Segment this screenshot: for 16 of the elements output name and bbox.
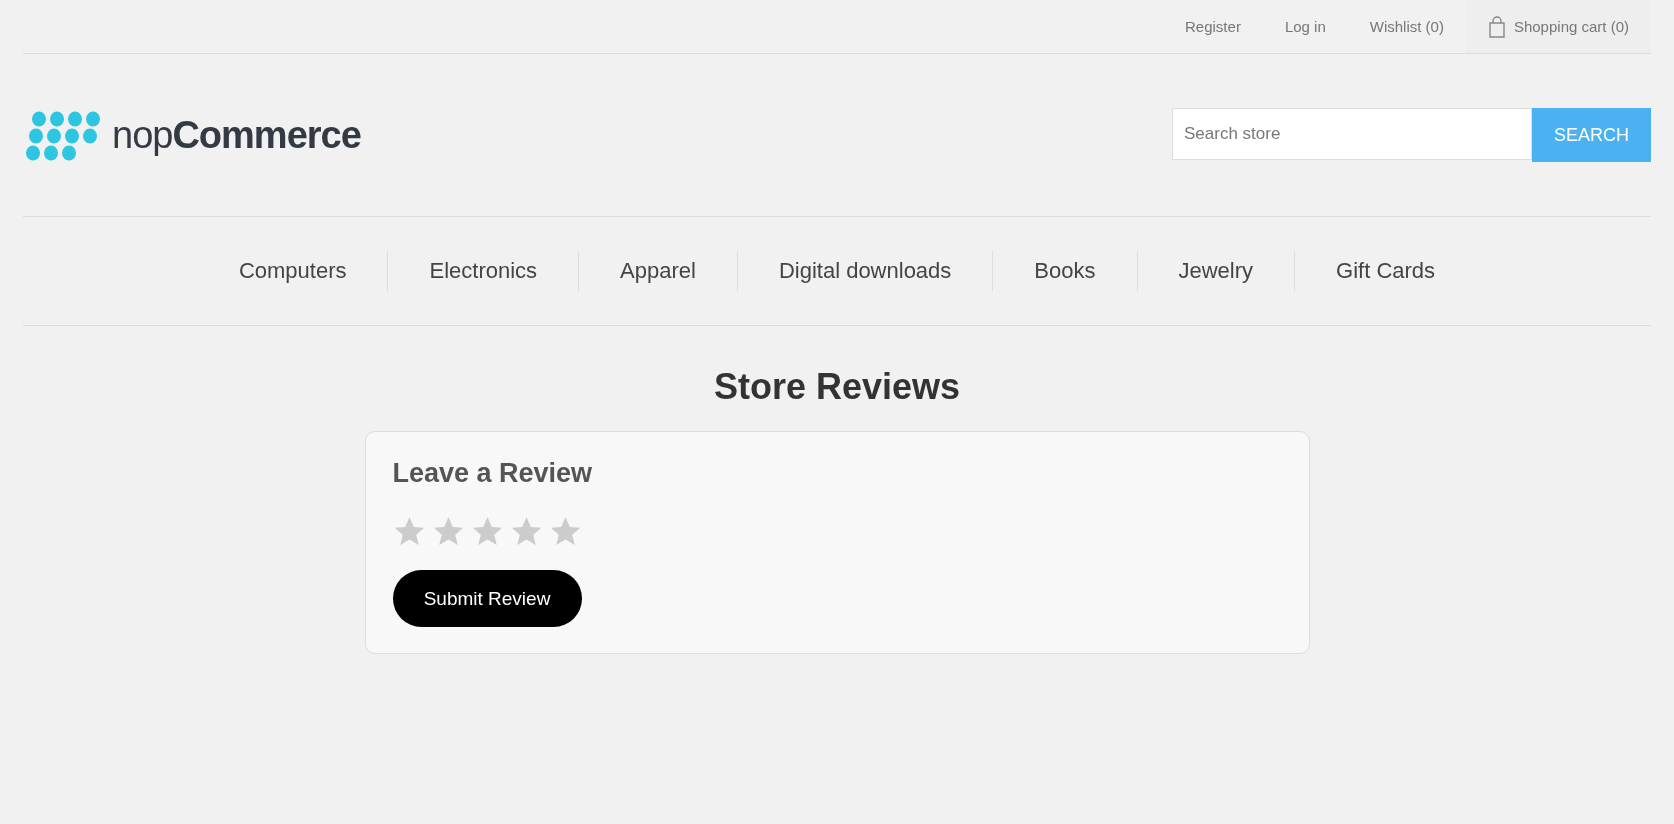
header-link[interactable]: Wishlist (0) [1347,0,1466,53]
menu-item[interactable]: Electronics [388,251,579,291]
menu-item[interactable]: Digital downloads [737,251,993,291]
shopping-bag-icon [1487,15,1506,38]
menu-item[interactable]: Jewelry [1137,251,1295,291]
header-link[interactable]: Register [1163,0,1263,53]
header-link[interactable]: Log in [1262,0,1348,53]
page-title: Store Reviews [712,366,962,408]
logo-text[interactable]: nopCommerce [112,113,361,157]
search-field[interactable]: Search store [1172,108,1532,160]
menu-item[interactable]: Gift Cards [1295,251,1477,291]
menu-item[interactable]: Books [993,251,1137,291]
menu-item[interactable]: Apparel [579,251,737,291]
submit-button[interactable]: Submit Review [392,570,582,627]
menu-item[interactable]: Computers [197,251,388,291]
card-title: Leave a Review [392,458,594,489]
